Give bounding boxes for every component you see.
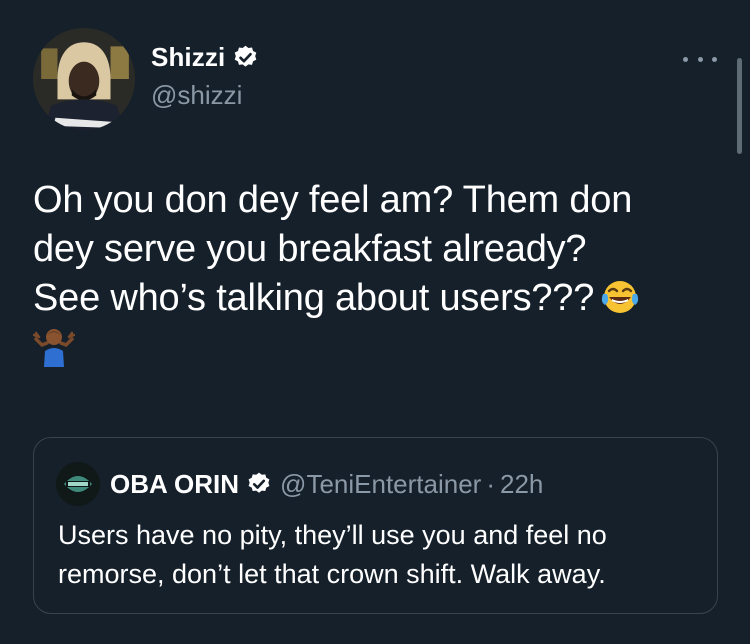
quoted-tweet-header: OBA ORIN @TeniEntertainer · 22h	[56, 462, 543, 506]
author-name-row[interactable]: Shizzi	[151, 42, 259, 73]
quoted-tweet-line: remorse, don’t let that crown shift. Wal…	[58, 559, 606, 589]
author-avatar[interactable]	[33, 28, 135, 130]
person-shrugging-icon	[32, 329, 76, 367]
quoted-tweet-card[interactable]: OBA ORIN @TeniEntertainer · 22h Users ha…	[33, 437, 718, 614]
quoted-author-handle[interactable]: @TeniEntertainer	[280, 469, 481, 500]
verified-badge-icon	[234, 45, 257, 67]
verified-badge-icon	[248, 472, 270, 493]
tweet-line: Oh you don dey feel am? Them don	[33, 179, 633, 221]
tweet-text: Oh you don dey feel am? Them don dey ser…	[32, 176, 733, 372]
quoted-tweet-text: Users have no pity, they’ll use you and …	[58, 516, 708, 594]
more-options-icon[interactable]	[683, 52, 717, 66]
tweet-line: See who’s talking about users???	[33, 277, 595, 319]
scrollbar[interactable]	[737, 58, 742, 154]
quoted-tweet-time[interactable]: 22h	[500, 469, 543, 500]
more-dot	[697, 56, 703, 62]
separator-dot: ·	[486, 468, 495, 499]
emoji-line	[32, 323, 733, 372]
face-with-tears-of-joy-icon	[602, 281, 639, 313]
quoted-tweet-line: Users have no pity, they’ll use you and …	[58, 520, 607, 550]
quoted-author-display-name[interactable]: OBA ORIN	[110, 469, 239, 500]
quoted-author-avatar[interactable]	[56, 462, 100, 506]
tweet-line: dey serve you breakfast already?	[33, 228, 587, 270]
author-handle[interactable]: @shizzi	[151, 80, 242, 111]
author-display-name[interactable]: Shizzi	[151, 42, 225, 73]
more-dot	[712, 56, 717, 62]
more-dot	[683, 56, 688, 62]
tweet-screen: Shizzi @shizzi Oh you don dey feel am? T…	[0, 0, 750, 644]
tweet-line-with-emoji: See who’s talking about users???	[33, 274, 733, 323]
